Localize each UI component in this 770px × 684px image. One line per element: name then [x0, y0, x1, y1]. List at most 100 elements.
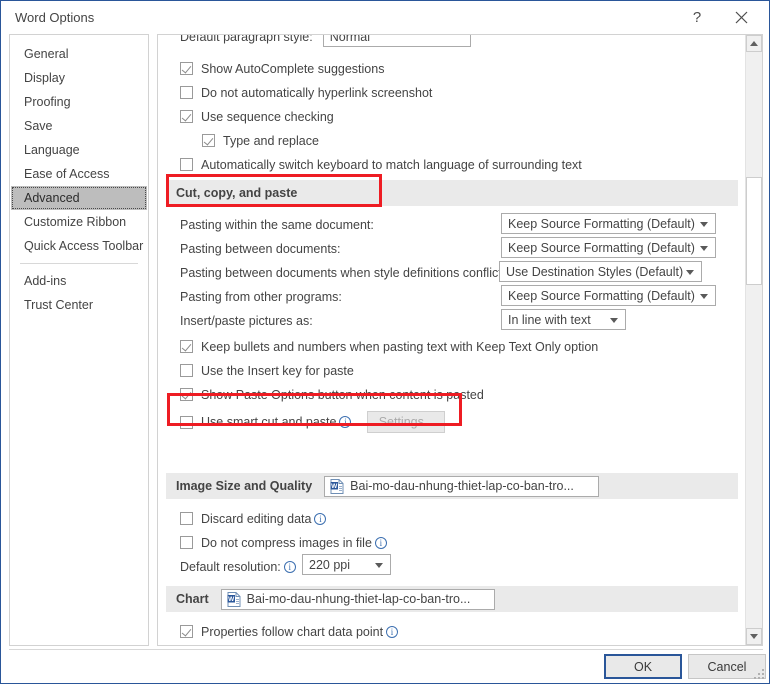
select-pasting-from-other-programs[interactable]: Keep Source Formatting (Default): [501, 285, 716, 306]
cancel-button-label: Cancel: [707, 659, 747, 674]
scroll-up-button[interactable]: [746, 35, 762, 52]
checkbox-indicator[interactable]: [180, 364, 193, 377]
sidebar-item-label: Display: [24, 71, 65, 85]
smart-cut-paste-settings-button[interactable]: Settings...: [367, 411, 446, 433]
sidebar-divider: [20, 263, 138, 264]
section-title: Image Size and Quality: [176, 479, 313, 493]
select-value: Keep Source Formatting (Default): [508, 288, 695, 303]
sidebar-item-label: Ease of Access: [24, 167, 110, 181]
triangle-up-icon: [750, 41, 758, 46]
select-pasting-within-same-document[interactable]: Keep Source Formatting (Default): [501, 213, 716, 234]
svg-text:W: W: [228, 596, 235, 603]
checkbox-indicator[interactable]: [180, 62, 193, 75]
sidebar-item-save[interactable]: Save: [10, 114, 148, 138]
checkbox-properties-follow-chart-data-point[interactable]: Properties follow chart data point i: [158, 620, 746, 643]
checkbox-indicator[interactable]: [180, 415, 193, 429]
info-icon[interactable]: i: [339, 416, 352, 428]
setting-label: Insert/paste pictures as:: [180, 313, 313, 328]
default-paragraph-style-select[interactable]: Normal: [322, 35, 471, 47]
chevron-down-icon: [700, 221, 708, 227]
info-icon[interactable]: i: [314, 512, 327, 525]
checkbox-do-not-compress-images[interactable]: Do not compress images in file i: [158, 531, 746, 554]
row-default-resolution: Default resolution: i: [158, 555, 746, 578]
checkbox-indicator[interactable]: [202, 134, 215, 147]
default-paragraph-style-row: Default paragraph style: Normal: [158, 34, 746, 48]
window-controls: ?: [675, 1, 763, 34]
select-pasting-style-conflict[interactable]: Use Destination Styles (Default): [499, 261, 702, 282]
vertical-scrollbar[interactable]: [745, 35, 762, 645]
sidebar-item-advanced[interactable]: Advanced: [11, 186, 147, 210]
checkbox-indicator[interactable]: [180, 158, 193, 171]
document-name: Bai-mo-dau-nhung-thiet-lap-co-ban-tro...: [246, 592, 471, 606]
options-content: Default paragraph style: Normal Show Aut…: [158, 35, 746, 645]
section-header-chart: Chart W Bai-mo-dau-nhung-thiet-lap-co-ba…: [166, 586, 738, 612]
checkbox-indicator[interactable]: [180, 86, 193, 99]
select-value: Keep Source Formatting (Default): [508, 240, 695, 255]
resize-grip[interactable]: [754, 669, 765, 680]
sidebar-item-label: Language: [24, 143, 80, 157]
sidebar-item-label: Add-ins: [24, 274, 67, 288]
checkbox-indicator[interactable]: [180, 625, 193, 638]
section-header-image-size-quality: Image Size and Quality W Bai-mo-dau-nhun…: [166, 473, 738, 499]
select-insert-paste-pictures-as[interactable]: In line with text: [501, 309, 626, 330]
checkbox-use-insert-key-for-paste[interactable]: Use the Insert key for paste: [158, 359, 746, 382]
info-icon[interactable]: i: [283, 560, 296, 573]
sidebar-item-add-ins[interactable]: Add-ins: [10, 269, 148, 293]
select-value: Keep Source Formatting (Default): [508, 216, 695, 231]
checkbox-label: Properties follow chart data point: [201, 624, 384, 639]
info-icon[interactable]: i: [374, 536, 387, 549]
checkbox-auto-switch-keyboard[interactable]: Automatically switch keyboard to match l…: [158, 153, 746, 176]
sidebar-item-trust-center[interactable]: Trust Center: [10, 293, 148, 317]
sidebar-item-quick-access-toolbar[interactable]: Quick Access Toolbar: [10, 234, 148, 258]
sidebar-item-general[interactable]: General: [10, 42, 148, 66]
select-image-quality-document[interactable]: W Bai-mo-dau-nhung-thiet-lap-co-ban-tro.…: [324, 475, 599, 497]
advanced-options-panel: Default paragraph style: Normal Show Aut…: [157, 34, 763, 646]
info-icon[interactable]: i: [386, 625, 399, 638]
checkbox-keep-bullets-and-numbers[interactable]: Keep bullets and numbers when pasting te…: [158, 335, 746, 358]
row-insert-paste-pictures-as: Insert/paste pictures as:: [158, 309, 746, 332]
checkbox-indicator[interactable]: [180, 536, 193, 549]
select-chart-document[interactable]: W Bai-mo-dau-nhung-thiet-lap-co-ban-tro.…: [220, 588, 496, 610]
triangle-down-icon: [750, 634, 758, 639]
checkbox-show-paste-options-button[interactable]: Show Paste Options button when content i…: [158, 383, 746, 406]
section-title: Cut, copy, and paste: [176, 186, 298, 200]
scroll-down-button[interactable]: [746, 628, 762, 645]
default-paragraph-style-label: Default paragraph style:: [180, 34, 313, 44]
sidebar-item-display[interactable]: Display: [10, 66, 148, 90]
setting-label: Pasting between documents:: [180, 241, 341, 256]
title-bar: Word Options ?: [1, 1, 769, 34]
select-pasting-between-documents[interactable]: Keep Source Formatting (Default): [501, 237, 716, 258]
checkbox-indicator[interactable]: [180, 110, 193, 123]
word-options-dialog: Word Options ? General Display Proofing …: [0, 0, 770, 684]
chevron-down-icon: [375, 562, 383, 568]
checkbox-show-autocomplete[interactable]: Show AutoComplete suggestions: [158, 57, 746, 80]
chevron-down-icon: [700, 293, 708, 299]
checkbox-indicator[interactable]: [180, 512, 193, 525]
checkbox-label: Keep bullets and numbers when pasting te…: [201, 339, 599, 354]
help-button[interactable]: ?: [675, 3, 719, 33]
sidebar-item-proofing[interactable]: Proofing: [10, 90, 148, 114]
select-default-resolution[interactable]: 220 ppi: [302, 554, 391, 575]
checkbox-type-and-replace[interactable]: Type and replace: [158, 129, 746, 152]
options-sidebar: General Display Proofing Save Language E…: [9, 34, 149, 646]
checkbox-label: Automatically switch keyboard to match l…: [201, 157, 582, 172]
sidebar-item-customize-ribbon[interactable]: Customize Ribbon: [10, 210, 148, 234]
checkbox-label: Discard editing data: [201, 511, 312, 526]
close-button[interactable]: [719, 3, 763, 33]
checkbox-use-smart-cut-and-paste[interactable]: Use smart cut and paste i Settings...: [158, 409, 746, 435]
checkbox-label: Type and replace: [223, 133, 319, 148]
checkbox-use-sequence-checking[interactable]: Use sequence checking: [158, 105, 746, 128]
sidebar-item-ease-of-access[interactable]: Ease of Access: [10, 162, 148, 186]
sidebar-item-language[interactable]: Language: [10, 138, 148, 162]
scrollbar-thumb[interactable]: [746, 177, 762, 285]
sidebar-item-label: General: [24, 47, 69, 61]
checkbox-indicator[interactable]: [180, 340, 193, 353]
checkbox-discard-editing-data[interactable]: Discard editing data i: [158, 507, 746, 530]
sidebar-item-label: Proofing: [24, 95, 71, 109]
checkbox-label: Use smart cut and paste: [201, 415, 337, 429]
checkbox-label: Do not compress images in file: [201, 535, 372, 550]
checkbox-indicator[interactable]: [180, 388, 193, 401]
setting-label: Pasting from other programs:: [180, 289, 342, 304]
ok-button[interactable]: OK: [604, 654, 682, 679]
checkbox-no-auto-hyperlink-screenshot[interactable]: Do not automatically hyperlink screensho…: [158, 81, 746, 104]
